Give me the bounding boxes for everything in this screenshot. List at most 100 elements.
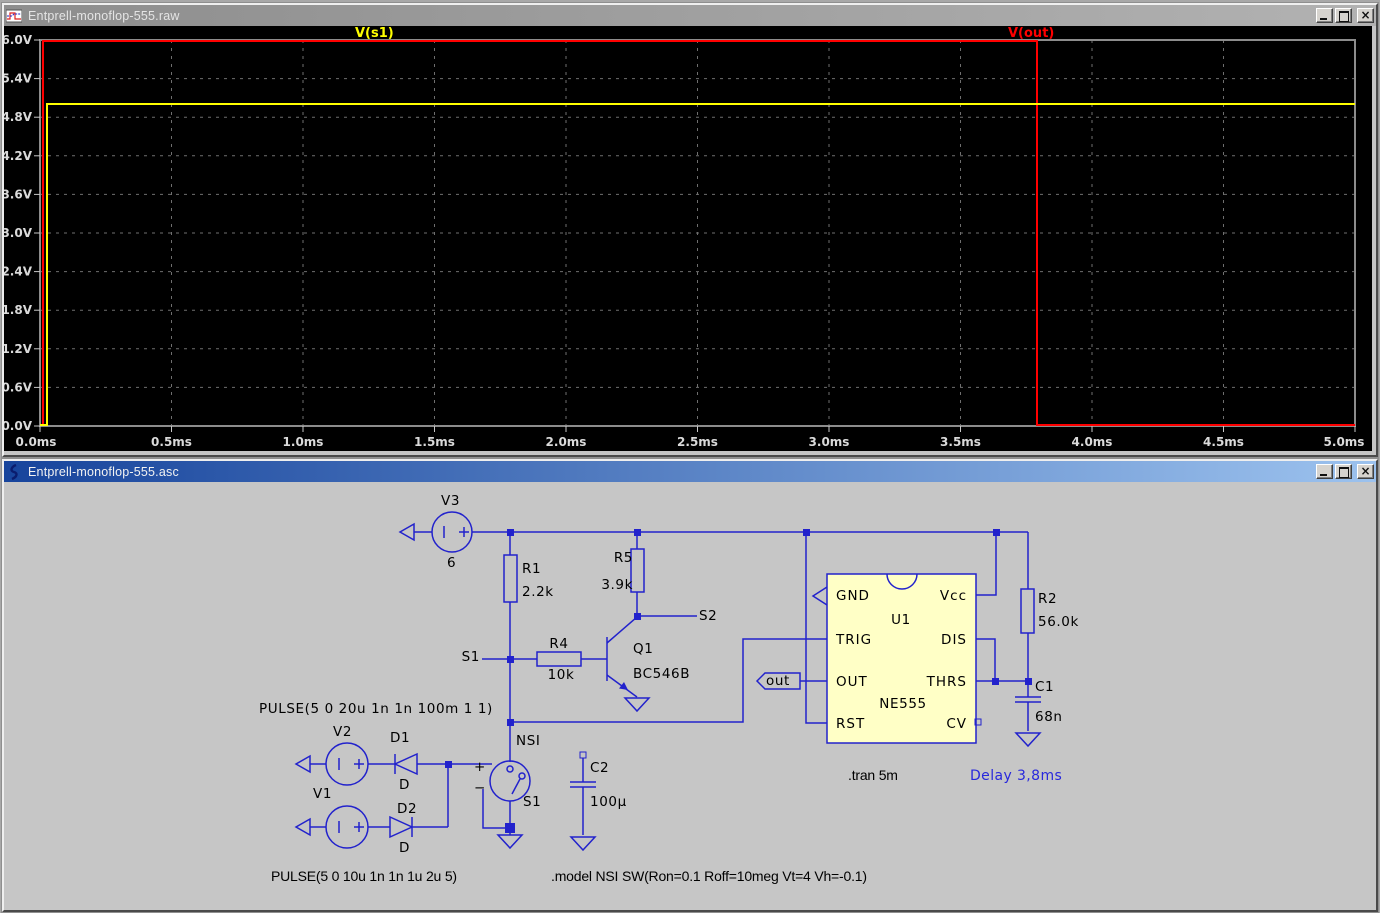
resistor-r1[interactable]: R1 2.2k bbox=[504, 532, 554, 602]
close-button[interactable]: × bbox=[1357, 8, 1374, 23]
net-label-s2[interactable]: S2 bbox=[699, 608, 717, 624]
c2-name: C2 bbox=[590, 760, 609, 776]
tran-directive[interactable]: .tran 5m bbox=[848, 767, 898, 783]
trace-label-v-s1[interactable]: V(s1) bbox=[355, 26, 394, 41]
net-flag-out[interactable]: out bbox=[757, 673, 800, 689]
y-tick-label: 2.4V bbox=[4, 265, 33, 279]
switch-minus-sign: − bbox=[474, 780, 486, 796]
r5-name: R5 bbox=[614, 550, 633, 566]
q1-value: BC546B bbox=[633, 666, 690, 682]
d2-name: D2 bbox=[397, 801, 417, 817]
minimize-icon bbox=[1320, 18, 1327, 20]
pin-cv: CV bbox=[946, 716, 967, 732]
capacitor-c2[interactable]: C2 100µ bbox=[570, 752, 627, 850]
axis-ticks bbox=[34, 40, 1355, 432]
diode-d2[interactable]: D2 D bbox=[390, 801, 448, 856]
model-directive[interactable]: .model NSI SW(Ron=0.1 Roff=10meg Vt=4 Vh… bbox=[551, 868, 867, 884]
x-tick-label: 2.5ms bbox=[677, 435, 718, 449]
close-button[interactable]: × bbox=[1357, 464, 1374, 479]
waveform-window-title: Entprell-monoflop-555.raw bbox=[28, 9, 1313, 23]
pin-out: OUT bbox=[836, 674, 868, 690]
delay-comment[interactable]: Delay 3,8ms bbox=[970, 768, 1062, 784]
waveform-file-icon[interactable] bbox=[6, 8, 22, 24]
maximize-icon bbox=[1339, 11, 1349, 22]
pulse-top-directive[interactable]: PULSE(5 0 20u 1n 1n 100m 1 1) bbox=[259, 701, 493, 717]
resistor-r5[interactable]: R5 3.9k bbox=[601, 532, 644, 616]
d1-name: D1 bbox=[390, 730, 410, 746]
x-tick-label: 1.5ms bbox=[414, 435, 455, 449]
pin-rst: RST bbox=[836, 716, 865, 732]
r4-value: 10k bbox=[548, 667, 575, 683]
r1-value: 2.2k bbox=[522, 584, 554, 600]
y-tick-label: 5.4V bbox=[4, 72, 33, 86]
pin-trig: TRIG bbox=[835, 632, 872, 648]
schematic-window: Entprell-monoflop-555.asc × bbox=[2, 459, 1378, 912]
trace-label-v-out[interactable]: V(out) bbox=[1008, 26, 1054, 41]
pin-gnd: GND bbox=[836, 588, 870, 604]
minimize-icon bbox=[1320, 474, 1327, 476]
pin-vcc: Vcc bbox=[940, 588, 967, 604]
ic-u1-ne555[interactable]: GND TRIG OUT RST Vcc DIS THRS CV U1 NE55… bbox=[813, 574, 981, 743]
y-tick-label: 1.2V bbox=[4, 342, 33, 356]
switch-plus-sign: + bbox=[474, 759, 486, 775]
x-tick-label: 3.5ms bbox=[940, 435, 981, 449]
waveform-titlebar[interactable]: Entprell-monoflop-555.raw × bbox=[4, 5, 1376, 26]
u1-name: U1 bbox=[891, 612, 911, 628]
v1-name: V1 bbox=[313, 786, 332, 802]
waveform-window-controls: × bbox=[1316, 8, 1374, 23]
x-tick-label: 1.0ms bbox=[283, 435, 324, 449]
schematic-titlebar[interactable]: Entprell-monoflop-555.asc × bbox=[4, 461, 1376, 482]
r5-value: 3.9k bbox=[601, 577, 633, 593]
minimize-button[interactable] bbox=[1316, 8, 1333, 23]
q1-name: Q1 bbox=[633, 641, 653, 657]
x-tick-label: 4.5ms bbox=[1203, 435, 1244, 449]
schematic-file-icon[interactable] bbox=[6, 464, 22, 480]
schematic-canvas[interactable]: V3 6 R1 2.2k R5 3.9k R4 10k bbox=[4, 482, 1372, 906]
pulse-bottom-directive[interactable]: PULSE(5 0 10u 1n 1n 1u 2u 5) bbox=[271, 868, 457, 884]
y-tick-label: 6.0V bbox=[4, 33, 33, 47]
r2-name: R2 bbox=[1038, 591, 1057, 607]
x-tick-label: 0.5ms bbox=[151, 435, 192, 449]
out-flag-label: out bbox=[766, 673, 790, 689]
r1-name: R1 bbox=[522, 561, 541, 577]
resistor-r4[interactable]: R4 10k bbox=[537, 636, 581, 683]
diode-d1[interactable]: D1 D bbox=[390, 730, 448, 793]
switch-model-label: NSI bbox=[516, 733, 540, 749]
x-tick-label: 2.0ms bbox=[546, 435, 587, 449]
y-tick-label: 3.6V bbox=[4, 187, 33, 201]
plot-grid bbox=[40, 40, 1355, 426]
v3-name: V3 bbox=[441, 493, 460, 509]
voltage-source-v1[interactable]: V1 bbox=[296, 786, 390, 848]
pin-dis: DIS bbox=[941, 632, 967, 648]
y-tick-label: 4.2V bbox=[4, 149, 33, 163]
y-axis-labels: 6.0V 5.4V 4.8V 4.2V 3.6V 3.0V 2.4V 1.8V … bbox=[4, 33, 33, 433]
maximize-button[interactable] bbox=[1335, 464, 1352, 479]
x-axis-labels: 0.0ms 0.5ms 1.0ms 1.5ms 2.0ms 2.5ms 3.0m… bbox=[16, 435, 1365, 449]
voltage-source-v3[interactable]: V3 6 bbox=[400, 493, 472, 571]
d2-value: D bbox=[399, 840, 410, 856]
schematic-window-controls: × bbox=[1316, 464, 1374, 479]
r2-value: 56.0k bbox=[1038, 614, 1079, 630]
maximize-button[interactable] bbox=[1335, 8, 1352, 23]
c1-value: 68n bbox=[1035, 709, 1063, 725]
net-label-s1[interactable]: S1 bbox=[462, 649, 480, 665]
capacitor-c1[interactable]: C1 68n bbox=[1015, 679, 1063, 746]
voltage-source-v2[interactable]: V2 bbox=[296, 724, 395, 785]
x-tick-label: 0.0ms bbox=[16, 435, 57, 449]
c2-value: 100µ bbox=[590, 794, 627, 810]
waveform-plot-area[interactable]: 6.0V 5.4V 4.8V 4.2V 3.6V 3.0V 2.4V 1.8V … bbox=[4, 26, 1372, 451]
v3-value: 6 bbox=[447, 555, 456, 571]
x-tick-label: 4.0ms bbox=[1072, 435, 1113, 449]
close-icon: × bbox=[1358, 8, 1373, 22]
y-tick-label: 4.8V bbox=[4, 110, 33, 124]
r4-name: R4 bbox=[549, 636, 568, 652]
minimize-button[interactable] bbox=[1316, 464, 1333, 479]
x-tick-label: 5.0ms bbox=[1324, 435, 1365, 449]
maximize-icon bbox=[1339, 467, 1349, 478]
y-tick-label: 0.0V bbox=[4, 419, 33, 433]
pin-thrs: THRS bbox=[926, 674, 967, 690]
switch-name: S1 bbox=[523, 794, 541, 810]
resistor-r2[interactable]: R2 56.0k bbox=[1021, 589, 1079, 633]
transistor-q1[interactable]: Q1 BC546B bbox=[607, 617, 690, 711]
x-tick-label: 3.0ms bbox=[809, 435, 850, 449]
